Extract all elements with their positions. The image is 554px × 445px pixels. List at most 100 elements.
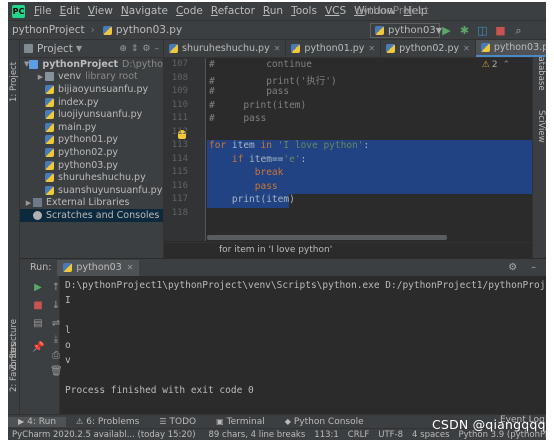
- stop-icon[interactable]: ■: [32, 300, 44, 312]
- editor-tab-label: python02.py: [399, 43, 460, 54]
- tool-window-icon: ◆: [284, 417, 291, 426]
- status-selection: 89 chars, 4 line breaks: [208, 429, 306, 440]
- run-tab-python03[interactable]: python03 ✕: [57, 259, 140, 276]
- expand-arrow-icon[interactable]: ▶: [24, 199, 33, 207]
- project-panel-title[interactable]: Project: [37, 43, 73, 55]
- editor-tab[interactable]: python02.py ✕: [381, 40, 476, 57]
- hide-icon[interactable]: –: [531, 262, 536, 273]
- menu-item[interactable]: Navigate: [117, 5, 172, 17]
- run-icon[interactable]: ▶: [440, 24, 453, 37]
- status-encoding[interactable]: UTF-8: [378, 430, 403, 440]
- tree-item[interactable]: python03.py: [20, 159, 163, 172]
- code-line: # print('执行'): [209, 75, 337, 87]
- close-icon[interactable]: ✕: [368, 44, 375, 53]
- tree-item[interactable]: bijiaoyunsuanfu.py: [20, 83, 163, 96]
- tree-item[interactable]: main.py: [20, 121, 163, 134]
- menu-bar: PC File Edit View Navigate Code Refactor Run To…: [8, 2, 546, 20]
- tree-item-label: Scratches and Consoles: [46, 209, 160, 221]
- menu-item[interactable]: File: [30, 5, 56, 17]
- close-icon[interactable]: ✕: [127, 263, 134, 272]
- editor-tab-bar: shuruheshuchu.py ✕ python01.py ✕ python02.py…: [164, 40, 546, 58]
- bottom-tool-tab-label: 6: Problems: [86, 416, 140, 427]
- bottom-tool-tab[interactable]: ▣ Terminal: [206, 417, 275, 427]
- line-number: 109: [171, 86, 188, 96]
- bottom-tool-tab[interactable]: ⚠ 6: Problems: [66, 417, 149, 427]
- sciview-tool-button[interactable]: SciView: [536, 110, 546, 143]
- layout-icon[interactable]: ▤: [32, 318, 44, 330]
- chevron-down-icon[interactable]: ▼: [76, 44, 82, 53]
- tree-item[interactable]: python01.py: [20, 134, 163, 147]
- favorites-tool-button[interactable]: 2: Favorites: [9, 343, 19, 392]
- gear-icon[interactable]: ⚙: [508, 262, 517, 273]
- code-line: # pass: [209, 86, 290, 97]
- tree-item[interactable]: ▼pythonProjectD:\pythonProje: [20, 58, 163, 71]
- run-configuration-label: python03: [388, 25, 436, 36]
- status-message[interactable]: PyCharm 2020.2.5 availabl... (today 15:2…: [8, 430, 196, 440]
- editor-breadcrumb[interactable]: for item in 'I love python': [164, 242, 532, 258]
- line-number: 117: [171, 194, 188, 204]
- bottom-tool-tab[interactable]: ◆ Python Console: [275, 417, 374, 427]
- expand-arrow-icon[interactable]: ▶: [36, 73, 45, 81]
- run-console-output[interactable]: D:\pythonProject1\pythonProject\venv\Scr…: [61, 276, 546, 414]
- debug-icon[interactable]: ✱: [458, 24, 471, 37]
- run-panel-header: Run: python03 ✕ ⚙ –: [20, 258, 546, 276]
- tree-item[interactable]: ▶ venv library root: [20, 71, 163, 84]
- collapse-icon[interactable]: ⇕: [131, 44, 139, 54]
- tree-item[interactable]: suanshuyunsuanfu.py: [20, 184, 163, 197]
- tree-item-label: index.py: [58, 96, 99, 108]
- menu-item[interactable]: Tools: [287, 5, 321, 17]
- python-file-icon: [169, 44, 178, 53]
- tree-item[interactable]: luojiyunsuanfu.py: [20, 108, 163, 121]
- pin-icon[interactable]: 📌: [32, 342, 44, 354]
- tree-item[interactable]: python02.py: [20, 146, 163, 159]
- search-icon[interactable]: ⌕: [512, 24, 525, 37]
- tree-item[interactable]: index.py: [20, 96, 163, 109]
- locate-icon[interactable]: ⊕: [119, 44, 127, 54]
- menu-item[interactable]: Run: [259, 5, 287, 17]
- editor-tab[interactable]: python03.py✕: [475, 40, 546, 57]
- menu-item[interactable]: Refactor: [207, 5, 259, 17]
- menu-item[interactable]: Code: [172, 5, 207, 17]
- editor-tab[interactable]: python01.py ✕: [286, 40, 382, 57]
- tree-item[interactable]: Scratches and Consoles: [20, 209, 163, 222]
- project-tool-button[interactable]: 1: Project: [9, 62, 19, 102]
- console-line: o: [65, 340, 71, 351]
- breadcrumb-file[interactable]: python03.py: [99, 24, 186, 36]
- tree-item[interactable]: shuruheshuchu.py: [20, 171, 163, 184]
- console-line: Process finished with exit code 0: [65, 385, 254, 396]
- close-icon[interactable]: ✕: [274, 44, 281, 53]
- tree-item[interactable]: ▶ External Libraries: [20, 197, 163, 210]
- breadcrumb-project[interactable]: pythonProject ›: [8, 24, 99, 36]
- close-icon[interactable]: ✕: [463, 44, 470, 53]
- stop-icon[interactable]: ■: [494, 24, 507, 37]
- menu-item[interactable]: View: [84, 5, 117, 17]
- editor-gutter: 107 108 109 110 111 112 113 114 115 116 117 118: [164, 58, 206, 241]
- python-file-icon: [45, 173, 54, 183]
- rerun-icon[interactable]: ▶: [32, 282, 44, 294]
- gear-icon[interactable]: ⚙: [142, 44, 150, 54]
- bottom-tool-tab[interactable]: ▶ 4: Run: [8, 416, 67, 427]
- editor-tab[interactable]: shuruheshuchu.py ✕: [164, 40, 287, 57]
- menu-item[interactable]: Edit: [56, 5, 84, 17]
- status-line-separator[interactable]: CRLF: [348, 430, 369, 440]
- status-position[interactable]: 113:1: [314, 430, 339, 440]
- bottom-tool-tab[interactable]: ☰ TODO: [149, 417, 206, 427]
- console-line: v: [65, 355, 71, 366]
- editor-tab-label: python01.py: [304, 43, 365, 54]
- tree-item-label: python03.py: [58, 159, 118, 171]
- hide-icon[interactable]: –: [155, 44, 160, 54]
- coverage-icon[interactable]: ◫: [476, 24, 489, 37]
- right-tool-stripe: Database SciView: [532, 40, 546, 258]
- tool-window-icon: ▶: [18, 417, 25, 426]
- menu-item[interactable]: VCS: [321, 5, 350, 17]
- tree-item-label: python02.py: [58, 146, 118, 158]
- line-number: 118: [171, 207, 188, 218]
- horizontal-scrollbar[interactable]: [207, 235, 447, 240]
- python-file-icon: [45, 185, 54, 195]
- console-line: l: [65, 325, 71, 336]
- line-number: 113: [171, 140, 188, 150]
- code-editor[interactable]: # continue # print('执行') # pass # print(…: [207, 58, 532, 241]
- warning-indicator[interactable]: ⚠ 2 ⌃: [482, 60, 510, 70]
- run-configuration-select[interactable]: python03 ▼: [370, 23, 442, 38]
- project-panel-header: Project ▼ ⊕ ⇕ ⚙ –: [20, 40, 163, 58]
